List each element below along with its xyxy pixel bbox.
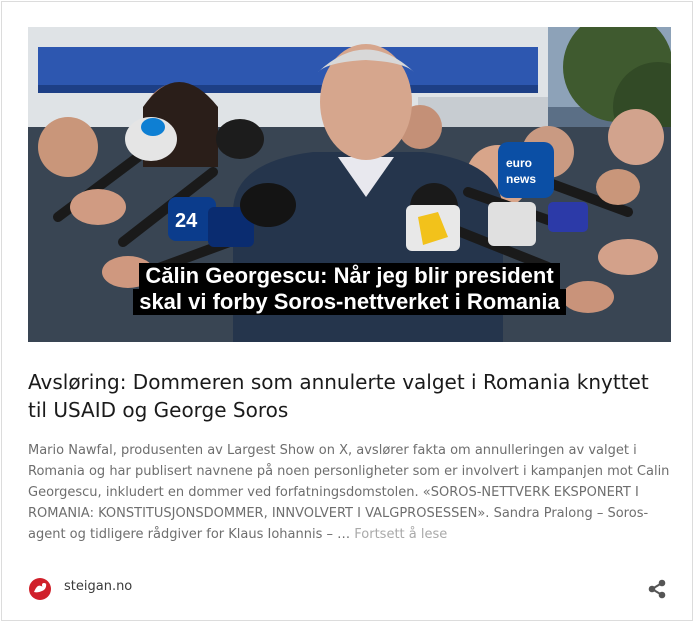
- video-caption: Călin Georgescu: Når jeg blir president …: [28, 263, 671, 315]
- article-title[interactable]: Avsløring: Dommeren som annulerte valget…: [28, 368, 673, 424]
- svg-text:24: 24: [175, 210, 198, 232]
- article-excerpt: Mario Nawfal, produsenten av Largest Sho…: [28, 440, 673, 545]
- caption-line-2: skal vi forby Soros-nettverket i Romania: [133, 289, 566, 315]
- article-image[interactable]: 24 euro news Călin Georgescu: Når jeg bl…: [28, 27, 671, 342]
- caption-line-1: Călin Georgescu: Når jeg blir president: [139, 263, 560, 289]
- source-name[interactable]: steigan.no: [64, 579, 132, 594]
- article-card: 24 euro news Călin Georgescu: Når jeg bl…: [1, 1, 693, 621]
- svg-text:news: news: [506, 172, 536, 186]
- read-more-link[interactable]: Fortsett å lese: [354, 527, 447, 542]
- share-icon[interactable]: [646, 578, 668, 600]
- steigan-logo-icon[interactable]: [28, 577, 52, 601]
- svg-text:euro: euro: [506, 156, 532, 170]
- excerpt-text: Mario Nawfal, produsenten av Largest Sho…: [28, 443, 670, 542]
